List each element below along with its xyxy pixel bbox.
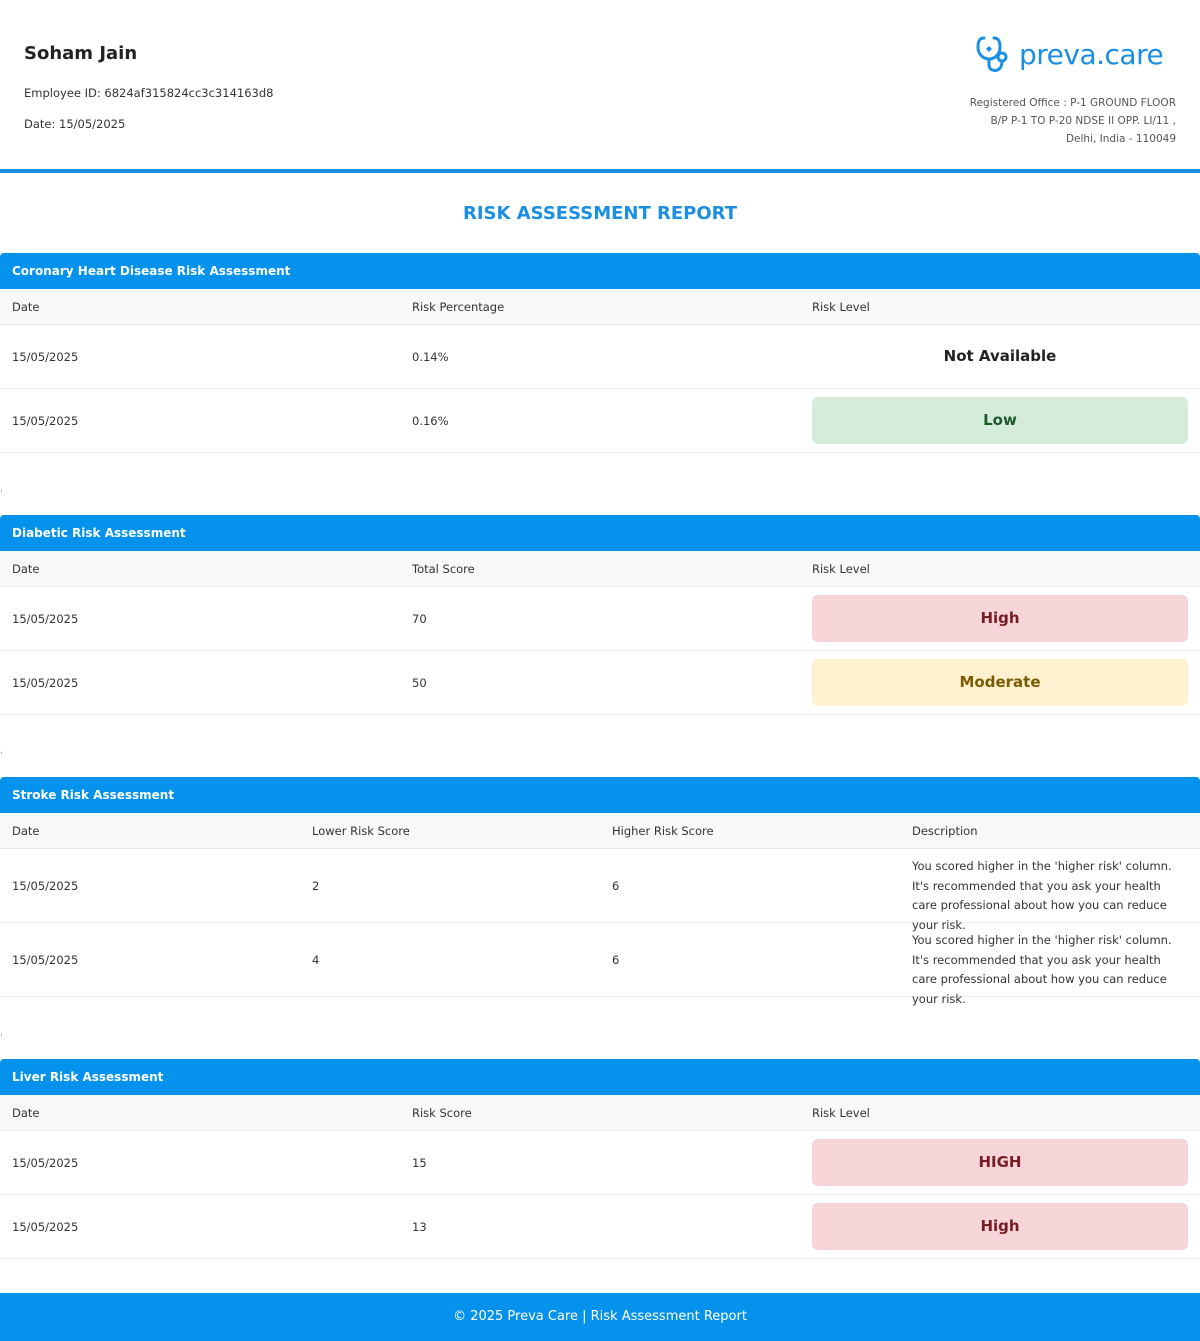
row-risk-score: 13 — [412, 1220, 427, 1234]
section-title: Liver Risk Assessment — [0, 1059, 1200, 1095]
row-date: 15/05/2025 — [12, 953, 79, 967]
column-header-lower-risk-score: Lower Risk Score — [312, 824, 410, 838]
table-row: 15/05/2025 15 HIGH — [0, 1131, 1200, 1195]
table-header: Date Lower Risk Score Higher Risk Score … — [0, 813, 1200, 849]
table-header: Date Total Score Risk Level — [0, 551, 1200, 587]
table-header: Date Risk Score Risk Level — [0, 1095, 1200, 1131]
column-header-risk-level: Risk Level — [812, 300, 870, 314]
table-row: 15/05/2025 4 6 You scored higher in the … — [0, 923, 1200, 1006]
row-risk-percentage: 0.16% — [412, 414, 449, 428]
table-row: 15/05/2025 50 Moderate — [0, 651, 1200, 715]
column-header-description: Description — [912, 824, 978, 838]
table-row: 15/05/2025 70 High — [0, 587, 1200, 651]
risk-level-badge: Low — [812, 397, 1188, 444]
report-header: Soham Jain Employee ID: 6824af315824cc3c… — [0, 0, 1200, 173]
row-date: 15/05/2025 — [12, 676, 79, 690]
row-total-score: 70 — [412, 612, 427, 626]
row-description: You scored higher in the 'higher risk' c… — [912, 933, 1172, 1006]
registered-office: Registered Office : P-1 GROUND FLOOR B/P… — [916, 94, 1176, 148]
office-line: B/P P-1 TO P-20 NDSE II OPP. LI/11 , — [990, 115, 1176, 127]
section-title: Stroke Risk Assessment — [0, 777, 1200, 813]
row-higher-risk-score: 6 — [612, 879, 620, 893]
brand-name: preva.care — [1019, 37, 1164, 71]
separator-mark: , — [0, 746, 3, 756]
section-title: Coronary Heart Disease Risk Assessment — [0, 253, 1200, 289]
table-header: Date Risk Percentage Risk Level — [0, 289, 1200, 325]
report-footer: © 2025 Preva Care | Risk Assessment Repo… — [0, 1293, 1200, 1341]
column-header-risk-level: Risk Level — [812, 562, 870, 576]
report-title: RISK ASSESSMENT REPORT — [463, 203, 737, 224]
row-date: 15/05/2025 — [12, 350, 79, 364]
column-header-date: Date — [12, 824, 40, 838]
row-date: 15/05/2025 — [12, 879, 79, 893]
table-row: 15/05/2025 13 High — [0, 1195, 1200, 1259]
row-lower-risk-score: 4 — [312, 953, 320, 967]
stroke-risk-section: Stroke Risk Assessment Date Lower Risk S… — [0, 777, 1200, 1006]
risk-level-badge: High — [812, 1203, 1188, 1250]
row-risk-percentage: 0.14% — [412, 350, 449, 364]
column-header-date: Date — [12, 1106, 40, 1120]
row-total-score: 50 — [412, 676, 427, 690]
column-header-total-score: Total Score — [412, 562, 475, 576]
column-header-date: Date — [12, 300, 40, 314]
coronary-risk-section: Coronary Heart Disease Risk Assessment D… — [0, 253, 1200, 453]
table-row: 15/05/2025 0.14% Not Available — [0, 325, 1200, 389]
row-risk-score: 15 — [412, 1156, 427, 1170]
liver-risk-section: Liver Risk Assessment Date Risk Score Ri… — [0, 1059, 1200, 1259]
column-header-risk-percentage: Risk Percentage — [412, 300, 505, 314]
table-row: 15/05/2025 2 6 You scored higher in the … — [0, 849, 1200, 932]
column-header-date: Date — [12, 562, 40, 576]
column-header-higher-risk-score: Higher Risk Score — [612, 824, 714, 838]
row-higher-risk-score: 6 — [612, 953, 620, 967]
office-line: Delhi, India - 110049 — [1065, 133, 1176, 145]
diabetic-risk-section: Diabetic Risk Assessment Date Total Scor… — [0, 515, 1200, 715]
risk-level-badge: HIGH — [812, 1139, 1188, 1186]
table-row: 15/05/2025 0.16% Low — [0, 389, 1200, 453]
risk-level-badge: High — [812, 595, 1188, 642]
employee-name: Soham Jain — [24, 43, 138, 64]
report-date: Date: 15/05/2025 — [24, 117, 126, 131]
stethoscope-icon — [976, 36, 1008, 72]
separator-mark: , — [0, 1028, 3, 1038]
row-date: 15/05/2025 — [12, 1220, 79, 1234]
section-title: Diabetic Risk Assessment — [0, 515, 1200, 551]
separator-mark: , — [0, 484, 3, 494]
office-line: Registered Office : P-1 GROUND FLOOR — [969, 97, 1176, 109]
row-date: 15/05/2025 — [12, 1156, 79, 1170]
column-header-risk-level: Risk Level — [812, 1106, 870, 1120]
column-header-risk-score: Risk Score — [412, 1106, 472, 1120]
risk-level-badge: Not Available — [943, 347, 1057, 365]
row-lower-risk-score: 2 — [312, 879, 320, 893]
row-date: 15/05/2025 — [12, 612, 79, 626]
brand-logo: preva.care — [975, 33, 1164, 75]
risk-level-badge: Moderate — [812, 659, 1188, 706]
row-date: 15/05/2025 — [12, 414, 79, 428]
employee-id: Employee ID: 6824af315824cc3c314163d8 — [24, 86, 274, 100]
